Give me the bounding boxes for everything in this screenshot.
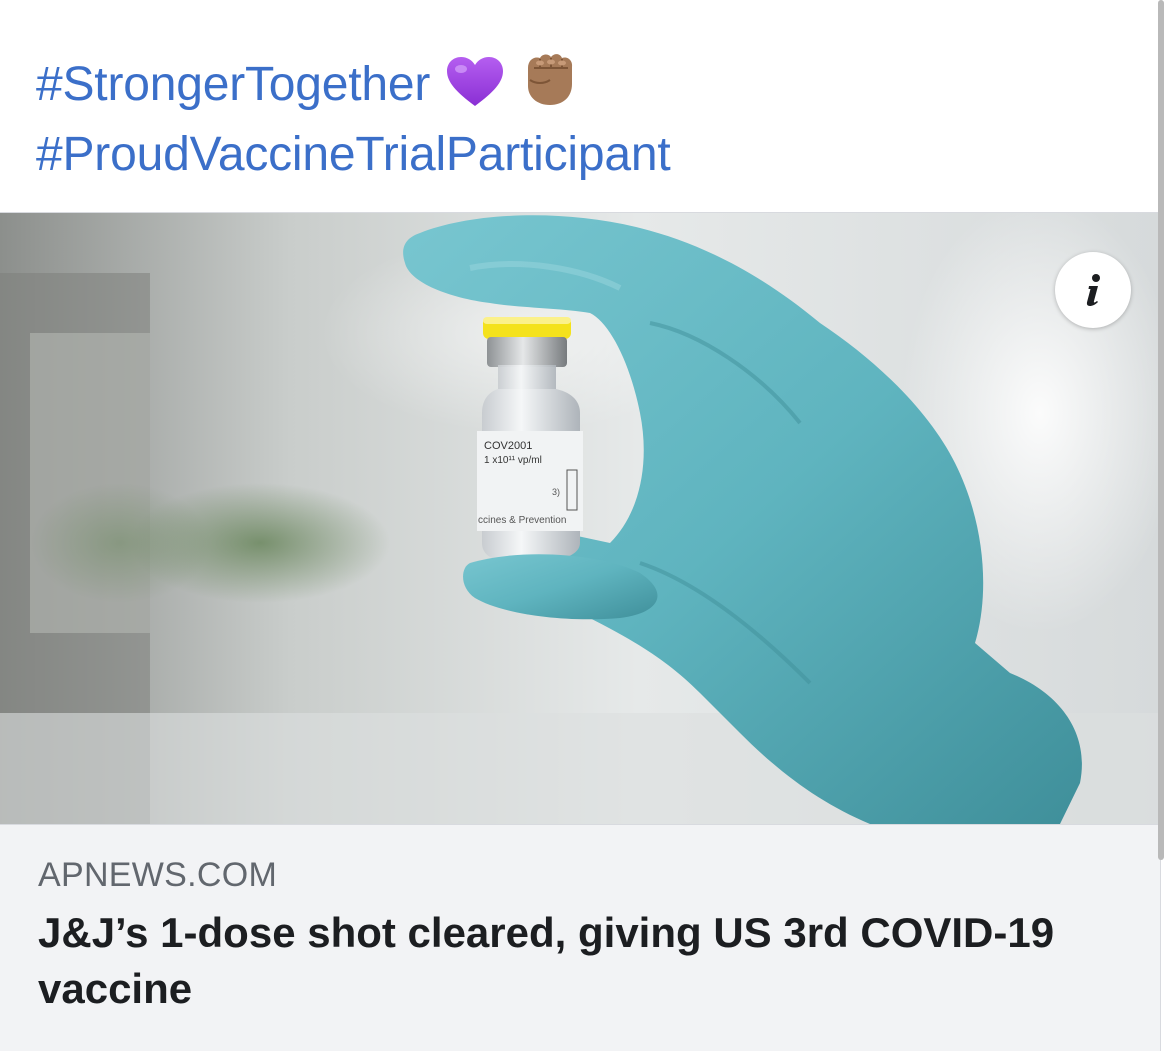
post-text: #StrongerTogether #ProudVaccineTrialPart… [36,50,1116,190]
hashtag-line-2: #ProudVaccineTrialParticipant [36,120,1116,190]
info-button[interactable] [1055,252,1131,328]
facebook-post: #StrongerTogether #ProudVaccineTrialPart… [0,0,1170,1051]
hashtag-proudvaccinetrialparticipant[interactable]: #ProudVaccineTrialParticipant [36,128,671,181]
vial-label-line-3: 3) [552,487,560,497]
link-preview-image[interactable]: COV2001 1 x10¹¹ vp/ml 3) ccines & Preven… [0,213,1160,825]
link-domain: APNEWS.COM [38,856,278,894]
vial-label-line-1: COV2001 [484,440,532,452]
vaccine-vial-photo: COV2001 1 x10¹¹ vp/ml 3) ccines & Preven… [0,213,1160,824]
vial-label-line-2: 1 x10¹¹ vp/ml [484,455,542,466]
fist-bump-icon [528,54,573,105]
hashtag-strongertogether[interactable]: #StrongerTogether [36,58,430,111]
vial-label-line-4: ccines & Prevention [478,515,566,526]
info-icon [1086,274,1100,306]
purple-heart-icon [447,57,504,106]
scrollbar[interactable] [1158,0,1164,860]
hashtag-line-1: #StrongerTogether [36,50,1116,120]
link-headline[interactable]: J&J’s 1-dose shot cleared, giving US 3rd… [38,905,1088,1017]
link-preview-card[interactable]: COV2001 1 x10¹¹ vp/ml 3) ccines & Preven… [0,212,1161,1051]
link-meta: APNEWS.COM J&J’s 1-dose shot cleared, gi… [38,853,1138,1017]
